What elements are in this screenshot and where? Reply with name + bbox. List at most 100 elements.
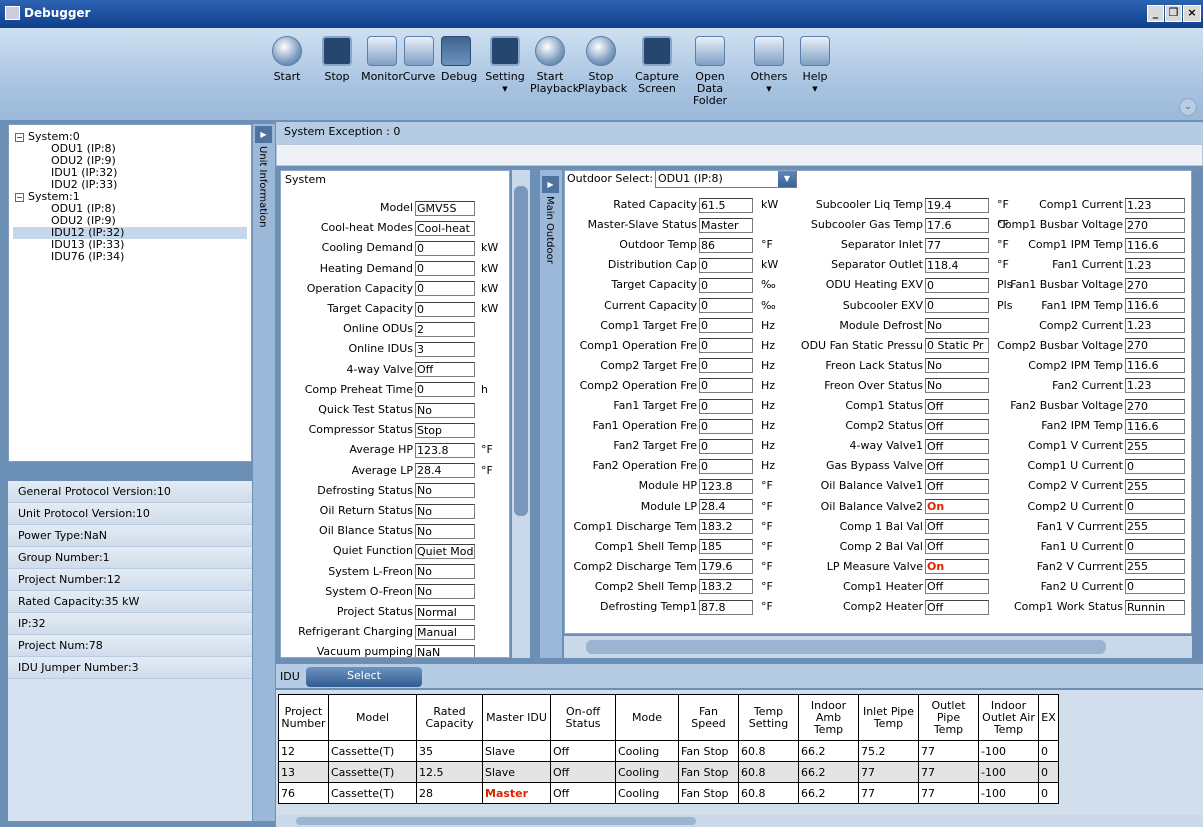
system-field-value: Manual [415,624,475,640]
outdoor-field: Comp2 Shell Temp 183.2 °F [595,578,773,595]
scroll-thumb[interactable] [514,186,528,516]
outdoor-field-label: ODU Fan Static Pressu [800,338,923,352]
outdoor-hscrollbar[interactable] [564,636,1192,658]
outdoor-field-value: 118.4 [925,257,989,273]
outdoor-field-value: Off [925,478,989,494]
idu-select-button[interactable]: Select [306,667,422,687]
expand-arrow-icon[interactable]: ▶ [255,126,272,143]
tree-node-label: IDU76 (IP:34) [51,250,125,263]
capture-icon [642,36,672,66]
table-cell: 0 [1038,782,1059,804]
table-row[interactable]: 76 Cassette(T) 28 Master Off Cooling Fan Stop 6… [278,782,1059,804]
outdoor-field-value: Runnin [1125,599,1185,615]
system-field-value: 2 [415,321,475,337]
outdoor-select-dropdown[interactable]: ODU1 (IP:8) ▼ [655,171,797,188]
outdoor-field-value: On [925,499,989,514]
system-panel-title: System [285,173,327,186]
outdoor-field-label: Comp2 Status [845,419,923,433]
column-header: Rated Capacity [416,694,483,741]
tree-node[interactable]: IDU13 (IP:33) [13,239,247,251]
scroll-thumb[interactable] [586,640,1106,654]
table-cell: -100 [978,761,1039,783]
tree-node[interactable]: ODU1 (IP:8) [13,143,247,155]
unit-label: Hz [761,439,776,453]
table-row[interactable]: 12 Cassette(T) 35 Slave Off Cooling Fan Stop 60… [278,740,1059,762]
system-tree[interactable]: − System:0 ODU1 (IP:8) ODU2 (IP:9) IDU1 (IP:… [8,124,252,462]
start-playback-label: Start Playback [530,70,580,95]
capture-screen-button[interactable]: Capture Screen [634,36,680,95]
start-button[interactable]: Start [272,36,302,83]
curve-button[interactable]: Curve [399,36,439,83]
tree-node[interactable]: − System:1 [13,191,247,203]
minimize-button[interactable]: _ [1147,5,1164,22]
column-header: Master IDU [482,694,551,741]
outdoor-field-label: Master-Slave Status [587,218,697,232]
help-button[interactable]: Help ▼ [795,36,835,95]
stop-button[interactable]: Stop [322,36,352,83]
table-row[interactable]: 13 Cassette(T) 12.5 Slave Off Cooling Fan Stop… [278,761,1059,783]
open-data-folder-button[interactable]: Open Data Folder [685,36,735,107]
outdoor-field: Fan2 IPM Temp 116.6 [1041,417,1185,434]
outdoor-field-value: 183.2 [699,519,753,535]
tree-node[interactable]: IDU76 (IP:34) [13,251,247,263]
system-field-label: 4-way Valve [346,362,413,376]
start-playback-button[interactable]: Start Playback [530,36,580,95]
table-cell: -100 [978,782,1039,804]
tree-node[interactable]: ODU1 (IP:8) [13,203,247,215]
outdoor-field: Rated Capacity 61.5 kW [613,196,778,213]
info-item: Rated Capacity:35 kW [8,591,252,613]
tree-node[interactable]: IDU12 (IP:32) [13,227,247,239]
tree-node[interactable]: ODU2 (IP:9) [13,155,247,167]
tree-node[interactable]: ODU2 (IP:9) [13,215,247,227]
debug-button[interactable]: Debug [441,36,477,83]
system-scrollbar[interactable] [512,170,530,658]
unit-information-tab[interactable]: ▶ Unit Information [253,124,275,821]
outdoor-field-value: Off [925,418,989,434]
main-outdoor-tab[interactable]: ▶ Main Outdoor [540,170,562,658]
outdoor-field-label: Comp2 Operation Fre [579,378,697,392]
collapse-icon[interactable]: − [15,132,24,142]
stop-playback-button[interactable]: Stop Playback [578,36,628,95]
outdoor-field: Comp2 Current 1.23 [1039,317,1185,334]
system-field-label: Target Capacity [327,302,413,315]
chevron-down-icon[interactable]: ▼ [778,171,796,187]
system-field: Model GMV5S [380,199,475,216]
collapse-icon[interactable]: − [15,192,24,202]
system-field-value: 3 [415,341,475,357]
system-field-label: Average LP [351,463,413,477]
outdoor-field-label: Module Defrost [839,318,923,332]
expand-arrow-icon[interactable]: ▶ [542,176,559,193]
outdoor-field-value: No [925,358,989,374]
system-field-value: Off [415,362,475,378]
outdoor-field-label: Fan1 Current [1052,258,1123,272]
system-field: System L-Freon No [328,563,475,580]
info-item: IDU Jumper Number:3 [8,657,252,679]
setting-button[interactable]: Setting ▼ [485,36,525,95]
outdoor-field-label: Subcooler Liq Temp [815,198,923,211]
system-field: Average HP 123.8 °F [349,441,493,458]
column-header: Indoor Amb Temp [798,694,859,741]
column-header: Outlet Pipe Temp [918,694,979,741]
outdoor-field: ODU Fan Static Pressu 0 Static Pr [801,337,989,354]
outdoor-field-value: 0 [699,398,753,414]
outdoor-field-label: Comp1 Work Status [1013,600,1123,613]
others-button[interactable]: Others ▼ [743,36,795,95]
unit-label: kW [761,198,779,211]
tree-node[interactable]: − System:0 [13,131,247,143]
stop-playback-label: Stop Playback [578,70,628,95]
maximize-button[interactable]: ❐ [1165,5,1182,22]
scroll-thumb[interactable] [296,817,696,825]
outdoor-vscrollbar[interactable] [1192,170,1203,658]
toolbar-collapse-icon[interactable]: ⌄ [1179,98,1197,116]
table-hscrollbar[interactable] [276,815,1203,827]
outdoor-field-value: 0 Static Pr [925,338,989,354]
close-button[interactable]: × [1183,5,1201,22]
unit-label: °F [761,559,773,573]
outdoor-field-label: Comp1 Status [845,399,923,412]
outdoor-field: Outdoor Temp 86 °F [619,236,773,253]
table-cell: 77 [858,782,919,804]
tree-node[interactable]: IDU1 (IP:32) [13,167,247,179]
open-data-folder-label: Open Data Folder [693,70,727,107]
outdoor-field-value: 255 [1125,519,1185,535]
outdoor-field-label: Fan1 Busbar Voltage [1010,278,1123,292]
